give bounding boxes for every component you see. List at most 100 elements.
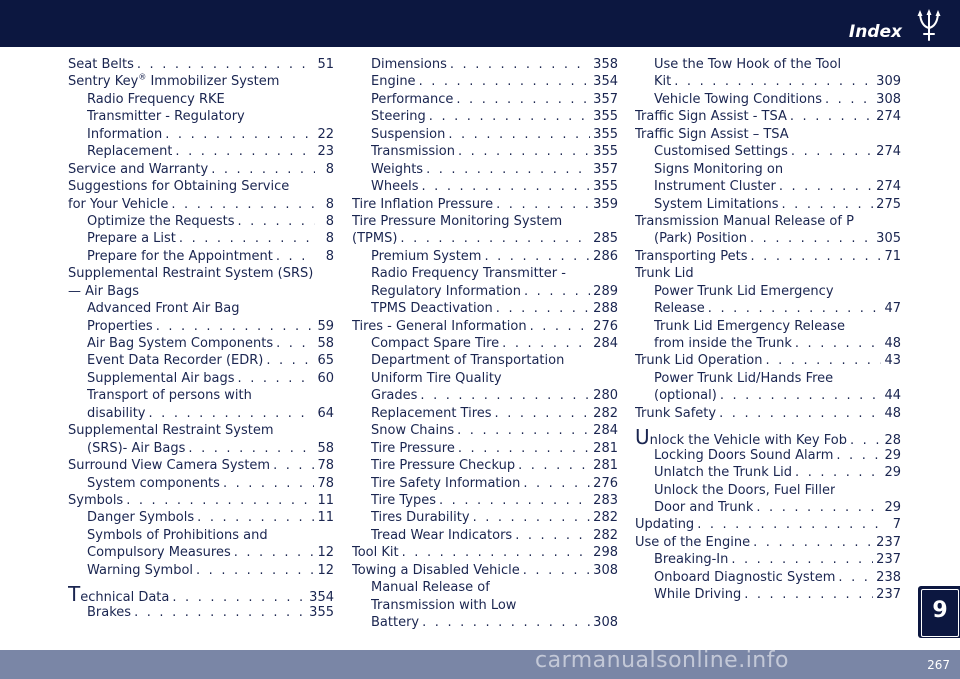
page-ref[interactable]: 305 [876, 230, 901, 247]
page-ref[interactable]: 71 [884, 248, 901, 265]
index-entry[interactable]: Service and Warranty 8 [68, 161, 334, 178]
page-ref[interactable]: 274 [876, 108, 901, 125]
index-entry[interactable]: Tires - General Information 276 [352, 318, 618, 335]
index-entry[interactable]: Door and Trunk 29 [635, 499, 901, 516]
page-ref[interactable]: 355 [309, 604, 334, 621]
page-ref[interactable]: 12 [317, 562, 334, 579]
page-ref[interactable]: 357 [593, 161, 618, 178]
page-ref[interactable]: 60 [317, 370, 334, 387]
page-ref[interactable]: 48 [884, 405, 901, 422]
page-ref[interactable]: 237 [876, 586, 901, 603]
page-ref[interactable]: 281 [593, 440, 618, 457]
page-ref[interactable]: 58 [317, 335, 334, 352]
page-ref[interactable]: 274 [876, 143, 901, 160]
index-entry[interactable]: (TPMS) 285 [352, 230, 618, 247]
page-ref[interactable]: 8 [318, 161, 334, 178]
index-entry[interactable]: Steering 355 [352, 108, 618, 125]
index-entry[interactable]: Trunk Lid Emergency Release [635, 318, 901, 335]
index-entry[interactable]: Tire Pressure Checkup 281 [352, 457, 618, 474]
index-entry[interactable]: Grades 280 [352, 387, 618, 404]
page-ref[interactable]: 357 [593, 91, 618, 108]
index-entry[interactable]: Tool Kit 298 [352, 544, 618, 561]
index-entry[interactable]: Power Trunk Lid/Hands Free [635, 370, 901, 387]
page-ref[interactable]: 29 [884, 499, 901, 516]
index-entry[interactable]: Engine 354 [352, 73, 618, 90]
index-entry[interactable]: Radio Frequency Transmitter - [352, 265, 618, 282]
index-entry[interactable]: Instrument Cluster 274 [635, 178, 901, 195]
index-entry[interactable]: Department of Transportation [352, 352, 618, 369]
page-ref[interactable]: 282 [593, 509, 618, 526]
page-ref[interactable]: 237 [876, 534, 901, 551]
page-ref[interactable]: 59 [317, 318, 334, 335]
page-ref[interactable]: 309 [876, 73, 901, 90]
index-entry[interactable]: Trunk Lid Operation 43 [635, 352, 901, 369]
page-ref[interactable]: 281 [593, 457, 618, 474]
index-entry[interactable]: Replacement 23 [68, 143, 334, 160]
page-ref[interactable]: 355 [593, 178, 618, 195]
index-entry[interactable]: Prepare a List 8 [68, 230, 334, 247]
index-entry[interactable]: Advanced Front Air Bag [68, 300, 334, 317]
index-entry[interactable]: Updating 7 [635, 516, 901, 533]
index-entry[interactable]: Transmission with Low [352, 597, 618, 614]
index-entry[interactable]: Tire Safety Information 276 [352, 475, 618, 492]
index-entry[interactable]: Wheels 355 [352, 178, 618, 195]
index-entry[interactable]: Technical Data354 [68, 586, 334, 605]
page-ref[interactable]: 276 [593, 475, 618, 492]
index-entry[interactable]: — Air Bags [68, 283, 334, 300]
page-ref[interactable]: 285 [593, 230, 618, 247]
index-entry[interactable]: Release 47 [635, 300, 901, 317]
index-entry[interactable]: Use of the Engine 237 [635, 534, 901, 551]
index-entry[interactable]: Towing a Disabled Vehicle 308 [352, 562, 618, 579]
index-entry[interactable]: Information 22 [68, 126, 334, 143]
page-ref[interactable]: 78 [317, 475, 334, 492]
index-entry[interactable]: Supplemental Air bags 60 [68, 370, 334, 387]
index-entry[interactable]: Warning Symbol 12 [68, 562, 334, 579]
page-ref[interactable]: 65 [317, 352, 334, 369]
index-entry[interactable]: Surround View Camera System 78 [68, 457, 334, 474]
index-entry[interactable]: Event Data Recorder (EDR) 65 [68, 352, 334, 369]
index-entry[interactable]: Traffic Sign Assist - TSA 274 [635, 108, 901, 125]
index-entry[interactable]: Snow Chains 284 [352, 422, 618, 439]
index-entry[interactable]: Manual Release of [352, 579, 618, 596]
page-ref[interactable]: 22 [317, 126, 334, 143]
index-entry[interactable]: Suspension 355 [352, 126, 618, 143]
index-entry[interactable]: Supplemental Restraint System [68, 422, 334, 439]
page-ref[interactable]: 358 [593, 56, 618, 73]
index-entry[interactable]: Performance 357 [352, 91, 618, 108]
page-ref[interactable]: 12 [317, 544, 334, 561]
index-entry[interactable]: from inside the Trunk 48 [635, 335, 901, 352]
page-ref[interactable]: 275 [876, 196, 901, 213]
page-ref[interactable]: 286 [593, 248, 618, 265]
index-entry[interactable]: Prepare for the Appointment 8 [68, 248, 334, 265]
index-entry[interactable]: Unlock the Doors, Fuel Filler [635, 482, 901, 499]
index-entry[interactable]: Brakes 355 [68, 604, 334, 621]
index-entry[interactable]: Locking Doors Sound Alarm 29 [635, 447, 901, 464]
page-ref[interactable]: 282 [593, 405, 618, 422]
index-entry[interactable]: Tread Wear Indicators 282 [352, 527, 618, 544]
page-ref[interactable]: 29 [884, 464, 901, 481]
page-ref[interactable]: 308 [593, 614, 618, 631]
index-entry[interactable]: Trunk Safety 48 [635, 405, 901, 422]
page-ref[interactable]: 280 [593, 387, 618, 404]
page-ref[interactable]: 11 [317, 509, 334, 526]
index-entry[interactable]: Transporting Pets 71 [635, 248, 901, 265]
page-ref[interactable]: 47 [884, 300, 901, 317]
index-entry[interactable]: Signs Monitoring on [635, 161, 901, 178]
page-ref[interactable]: 274 [876, 178, 901, 195]
page-ref[interactable]: 289 [593, 283, 618, 300]
index-entry[interactable]: While Driving 237 [635, 586, 901, 603]
index-entry[interactable]: Suggestions for Obtaining Service [68, 178, 334, 195]
page-ref[interactable]: 308 [593, 562, 618, 579]
page-ref[interactable]: 23 [317, 143, 334, 160]
page-ref[interactable]: 284 [593, 422, 618, 439]
index-entry[interactable]: Weights 357 [352, 161, 618, 178]
page-ref[interactable]: 355 [593, 143, 618, 160]
index-entry[interactable]: Transmission 355 [352, 143, 618, 160]
page-ref[interactable]: 283 [593, 492, 618, 509]
page-ref[interactable]: 7 [885, 516, 901, 533]
page-ref[interactable]: 64 [317, 405, 334, 422]
index-entry[interactable]: Optimize the Requests 8 [68, 213, 334, 230]
index-entry[interactable]: Power Trunk Lid Emergency [635, 283, 901, 300]
index-entry[interactable]: Symbols 11 [68, 492, 334, 509]
index-entry[interactable]: Air Bag System Components 58 [68, 335, 334, 352]
